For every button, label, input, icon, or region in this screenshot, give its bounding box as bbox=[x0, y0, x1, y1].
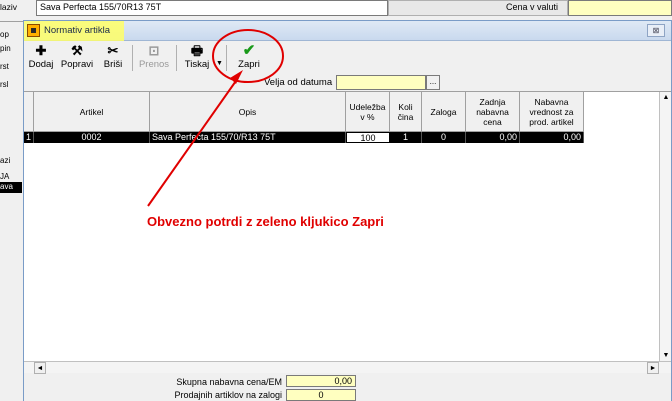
cell-artikel[interactable]: 0002 bbox=[34, 132, 150, 143]
col-header-zadnja[interactable]: Zadnja nabavna cena bbox=[466, 92, 520, 132]
screen: laziv Sava Perfecta 155/70R13 75T Cena v… bbox=[0, 0, 672, 401]
scroll-up-icon[interactable]: ▲ bbox=[660, 92, 672, 104]
left-selected-item[interactable]: ava bbox=[0, 182, 22, 193]
popravi-button[interactable]: ⚒ Popravi bbox=[58, 43, 96, 73]
left-label: azi bbox=[0, 156, 11, 165]
transfer-icon: ⊡ bbox=[148, 43, 160, 58]
zapri-button[interactable]: ✔ Zapri bbox=[232, 43, 266, 73]
parent-window-top: laziv Sava Perfecta 155/70R13 75T Cena v… bbox=[0, 0, 672, 22]
skupna-nabavna-field[interactable]: 0,00 bbox=[286, 375, 356, 387]
left-label: JA bbox=[0, 172, 10, 181]
toolbar-separator bbox=[226, 45, 227, 71]
printer-icon: 🖶 bbox=[190, 43, 204, 58]
prodajnih-artiklov-field[interactable]: 0 bbox=[286, 389, 356, 401]
normativ-dialog: Normativ artikla ⊠ ✚ Dodaj ⚒ Popravi ✂ B… bbox=[23, 20, 672, 401]
col-header bbox=[24, 92, 34, 132]
left-label: rsl bbox=[0, 80, 9, 89]
grid-header: Artikel Opis Udeležba v % Koli čina Zalo… bbox=[24, 92, 584, 132]
scissors-icon: ✂ bbox=[107, 43, 119, 58]
scroll-left-icon[interactable]: ◄ bbox=[34, 362, 46, 374]
date-picker-button[interactable]: ... bbox=[426, 75, 440, 90]
naziv-label: laziv bbox=[0, 2, 18, 12]
app-icon bbox=[27, 24, 40, 37]
dialog-footer: Skupna nabavna cena/EM 0,00 Prodajnih ar… bbox=[24, 374, 671, 401]
dialog-titlebar: Normativ artikla ⊠ bbox=[24, 21, 671, 41]
velja-od-datuma-input[interactable] bbox=[336, 75, 426, 90]
cena-field[interactable] bbox=[568, 0, 672, 16]
checkmark-icon: ✔ bbox=[242, 42, 256, 59]
col-header-opis[interactable]: Opis bbox=[150, 92, 346, 132]
close-icon[interactable]: ⊠ bbox=[647, 24, 665, 37]
horizontal-scrollbar[interactable]: ◄ ► bbox=[24, 361, 671, 374]
table-row[interactable]: 1 0002 Sava Perfecta 155/70/R13 75T 100 … bbox=[24, 132, 584, 143]
parent-window-left: op pin rst rsl azi JA ava bbox=[0, 22, 24, 401]
left-label: rst bbox=[0, 62, 9, 71]
col-header-nabavna[interactable]: Nabavna vrednost za prod. artikel bbox=[520, 92, 584, 132]
cena-label: Cena v valuti bbox=[506, 2, 559, 12]
prodajnih-artiklov-label: Prodajnih artiklov na zalogi bbox=[174, 390, 282, 400]
toolbar: ✚ Dodaj ⚒ Popravi ✂ Briši ⊡ Prenos 🖶 Tis… bbox=[24, 42, 671, 75]
toolbar-separator bbox=[132, 45, 133, 71]
vertical-scrollbar[interactable]: ▲ ▼ bbox=[659, 92, 671, 362]
left-label: pin bbox=[0, 44, 11, 53]
cell-nabavna[interactable]: 0,00 bbox=[520, 132, 584, 143]
prenos-button[interactable]: ⊡ Prenos bbox=[136, 43, 172, 73]
dodaj-button[interactable]: ✚ Dodaj bbox=[28, 43, 54, 73]
col-header-zaloga[interactable]: Zaloga bbox=[422, 92, 466, 132]
col-header-udelezba[interactable]: Udeležba v % bbox=[346, 92, 390, 132]
cell-udelezba[interactable]: 100 bbox=[346, 132, 390, 143]
tiskaj-button[interactable]: 🖶 Tiskaj bbox=[180, 43, 214, 73]
tiskaj-dropdown-icon[interactable]: ▼ bbox=[216, 60, 223, 67]
cell-opis[interactable]: Sava Perfecta 155/70/R13 75T bbox=[150, 132, 346, 143]
hammer-icon: ⚒ bbox=[71, 43, 83, 58]
col-header-artikel[interactable]: Artikel bbox=[34, 92, 150, 132]
cell-zaloga[interactable]: 0 bbox=[422, 132, 466, 143]
dialog-title: Normativ artikla bbox=[44, 25, 110, 36]
row-number: 1 bbox=[24, 132, 34, 143]
naziv-field[interactable]: Sava Perfecta 155/70R13 75T bbox=[36, 0, 388, 16]
cell-kolicina[interactable]: 1 bbox=[390, 132, 422, 143]
scroll-right-icon[interactable]: ► bbox=[647, 362, 659, 374]
toolbar-separator bbox=[176, 45, 177, 71]
annotation-text: Obvezno potrdi z zeleno kljukico Zapri bbox=[147, 214, 384, 229]
skupna-nabavna-label: Skupna nabavna cena/EM bbox=[176, 377, 282, 387]
velja-od-datuma-label: Velja od datuma bbox=[264, 77, 333, 88]
left-label: op bbox=[0, 30, 9, 39]
plus-icon: ✚ bbox=[35, 43, 47, 58]
brisi-button[interactable]: ✂ Briši bbox=[100, 43, 126, 73]
col-header-kolicina[interactable]: Koli čina bbox=[390, 92, 422, 132]
cell-zadnja[interactable]: 0,00 bbox=[466, 132, 520, 143]
